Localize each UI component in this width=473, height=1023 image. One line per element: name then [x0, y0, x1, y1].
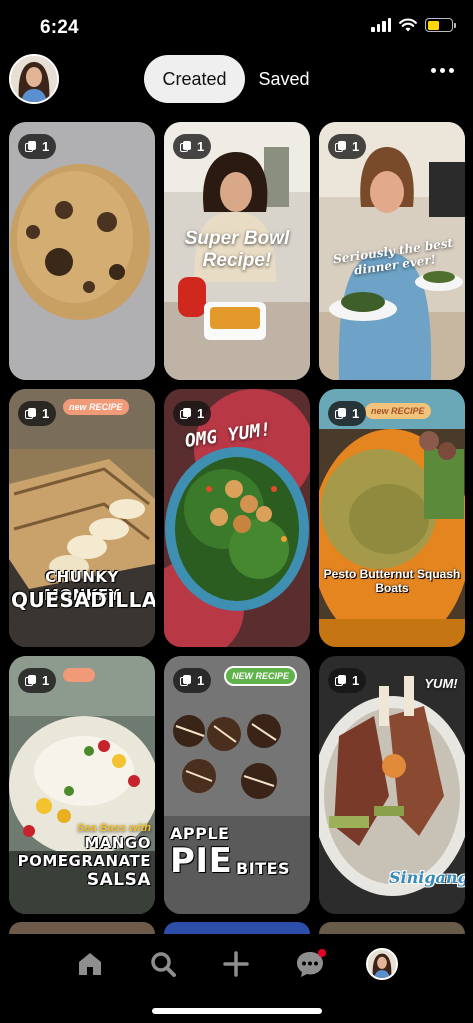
- pages-icon: [25, 140, 37, 153]
- pin-card[interactable]: 1: [9, 122, 155, 380]
- pin-card[interactable]: Super Bowl Recipe! 1: [164, 122, 310, 380]
- profile-header: Created Saved: [0, 52, 473, 108]
- status-icons: [371, 18, 456, 32]
- pin-overlay-subtitle: QUESADILLA: [11, 588, 155, 612]
- nav-profile[interactable]: [364, 946, 400, 982]
- more-options-button[interactable]: [431, 68, 454, 73]
- pin-card[interactable]: Seriously the best dinner ever! 1: [319, 122, 465, 380]
- pin-overlay-text: YUM!: [424, 676, 458, 691]
- pin-card-partial[interactable]: [164, 922, 310, 934]
- pin-card[interactable]: new RECIPE Pesto Butternut Squash Boats …: [319, 389, 465, 647]
- nav-home[interactable]: [72, 946, 108, 982]
- pin-page-count: 1: [328, 134, 367, 159]
- tab-saved[interactable]: Saved: [248, 55, 320, 103]
- pin-page-count: 1: [173, 668, 212, 693]
- pages-icon: [25, 407, 37, 420]
- cellular-signal-icon: [371, 18, 391, 32]
- pin-tag: NEW RECIPE: [224, 666, 298, 686]
- pin-page-count: 1: [173, 134, 212, 159]
- pin-card-partial[interactable]: [9, 922, 155, 934]
- plus-icon: [223, 951, 249, 977]
- pages-icon: [335, 674, 347, 687]
- pin-overlay-title: PIE: [170, 841, 233, 881]
- tab-created[interactable]: Created: [144, 55, 245, 103]
- pin-tag: new RECIPE: [63, 399, 129, 415]
- pin-page-count: 1: [18, 668, 57, 693]
- battery-icon: [425, 18, 456, 32]
- notification-dot: [318, 949, 326, 957]
- pin-overlay-text: Pesto Butternut Squash Boats: [323, 567, 461, 595]
- pin-tag: new RECIPE: [365, 403, 431, 419]
- pin-card[interactable]: NEW RECIPE APPLE PIE BITES 1: [164, 656, 310, 914]
- pin-tag: [63, 668, 95, 682]
- nav-create[interactable]: [218, 946, 254, 982]
- status-bar: 6:24: [0, 0, 473, 50]
- pin-overlay-caption: Sea Bass with: [77, 822, 151, 834]
- pin-page-count: 1: [173, 401, 212, 426]
- pin-page-count: 1: [328, 401, 367, 426]
- pin-card-partial[interactable]: [319, 922, 465, 934]
- pages-icon: [180, 407, 192, 420]
- profile-avatar: [366, 948, 398, 980]
- pages-icon: [180, 674, 192, 687]
- pin-card[interactable]: OMG YUM! 1: [164, 389, 310, 647]
- profile-avatar[interactable]: [9, 54, 59, 104]
- pin-overlay-subtitle: Sinigang: [389, 868, 465, 887]
- bottom-nav: [0, 935, 473, 1023]
- pages-icon: [25, 674, 37, 687]
- pin-overlay-text: Super Bowl Recipe!: [184, 228, 290, 271]
- pin-page-count: 1: [328, 668, 367, 693]
- pin-page-count: 1: [18, 401, 57, 426]
- pages-icon: [180, 140, 192, 153]
- pin-overlay-title: POMEGRANATE: [17, 852, 151, 870]
- nav-search[interactable]: [145, 946, 181, 982]
- pin-overlay-title: MANGO: [84, 834, 151, 852]
- pages-icon: [335, 407, 347, 420]
- home-icon: [79, 953, 101, 975]
- pin-card[interactable]: Sea Bass with MANGO POMEGRANATE SALSA 1: [9, 656, 155, 914]
- pin-card[interactable]: YUM! Sinigang 1: [319, 656, 465, 914]
- search-icon: [151, 952, 176, 977]
- pin-page-count: 1: [18, 134, 57, 159]
- pin-card[interactable]: new RECIPE CHUNKY MONKEY QUESADILLA 1: [9, 389, 155, 647]
- pages-icon: [335, 140, 347, 153]
- status-time: 6:24: [40, 17, 79, 38]
- nav-messages[interactable]: [292, 946, 328, 982]
- home-indicator: [152, 1008, 322, 1014]
- pin-overlay-title: BITES: [236, 859, 291, 878]
- pin-overlay-title: SALSA: [86, 870, 151, 890]
- wifi-icon: [399, 18, 417, 32]
